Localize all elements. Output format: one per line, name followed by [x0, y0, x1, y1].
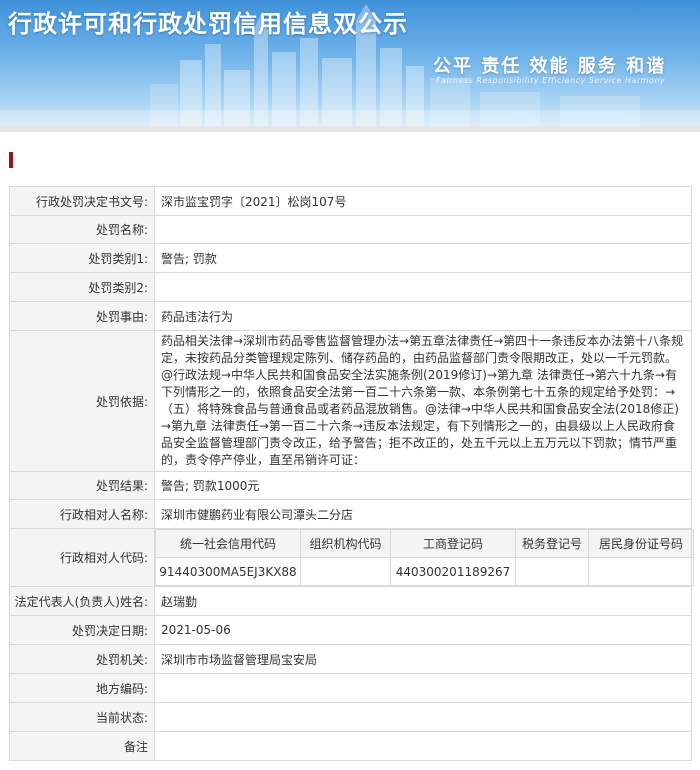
penalty-name-label: 处罚名称: — [9, 215, 155, 244]
row-result: 处罚结果: 警告; 罚款1000元 — [9, 471, 692, 500]
party-name-label: 行政相对人名称: — [9, 499, 155, 529]
category2-label: 处罚类别2: — [9, 272, 155, 302]
penalty-detail-table: 行政处罚决定书文号: 深市监宝罚字〔2021〕松岗107号 处罚名称: 处罚类别… — [9, 186, 694, 761]
header-id-number: 居民身份证号码 — [588, 529, 694, 558]
category2-value — [154, 272, 692, 302]
value-tax-reg — [515, 557, 589, 586]
banner-title: 行政许可和行政处罚信用信息双公示 — [8, 10, 408, 38]
row-status: 当前状态: — [9, 702, 692, 732]
value-credit-code: 91440300MA5EJ3KX88 — [155, 557, 301, 586]
header-banner: 行政许可和行政处罚信用信息双公示 公平 责任 效能 服务 和谐 Fairness… — [0, 0, 700, 126]
party-name-value: 深圳市健鹏药业有限公司潭头二分店 — [154, 499, 692, 529]
party-code-label: 行政相对人代码: — [9, 528, 155, 587]
reason-value: 药品违法行为 — [154, 301, 692, 331]
authority-label: 处罚机关: — [9, 644, 155, 674]
row-reason: 处罚事由: 药品违法行为 — [9, 301, 692, 331]
row-decision-date: 处罚决定日期: 2021-05-06 — [9, 615, 692, 645]
status-value — [154, 702, 692, 732]
party-code-header-row: 统一社会信用代码 组织机构代码 工商登记码 税务登记号 居民身份证号码 — [155, 529, 694, 558]
row-penalty-name: 处罚名称: — [9, 215, 692, 244]
party-code-cell: 统一社会信用代码 组织机构代码 工商登记码 税务登记号 居民身份证号码 9144… — [154, 528, 694, 587]
remark-label: 备注 — [9, 731, 155, 761]
row-category1: 处罚类别1: 警告; 罚款 — [9, 243, 692, 273]
value-business-reg: 440300201189267 — [390, 557, 516, 586]
row-party-name: 行政相对人名称: 深圳市健鹏药业有限公司潭头二分店 — [9, 499, 692, 529]
decision-no-value: 深市监宝罚字〔2021〕松岗107号 — [154, 186, 692, 216]
banner-divider — [0, 126, 700, 132]
result-value: 警告; 罚款1000元 — [154, 471, 692, 500]
value-org-code — [300, 557, 391, 586]
row-decision-no: 行政处罚决定书文号: 深市监宝罚字〔2021〕松岗107号 — [9, 186, 692, 216]
row-legal-rep: 法定代表人(负责人)姓名: 赵瑞勤 — [9, 586, 692, 616]
row-basis: 处罚依据: 药品相关法律→深圳市药品零售监督管理办法→第五章法律责任→第四十一条… — [9, 330, 692, 472]
status-label: 当前状态: — [9, 702, 155, 732]
header-tax-reg: 税务登记号 — [515, 529, 589, 558]
remark-value — [154, 731, 692, 761]
category1-label: 处罚类别1: — [9, 243, 155, 273]
category1-value: 警告; 罚款 — [154, 243, 692, 273]
row-authority: 处罚机关: 深圳市市场监督管理局宝安局 — [9, 644, 692, 674]
party-code-table: 统一社会信用代码 组织机构代码 工商登记码 税务登记号 居民身份证号码 9144… — [155, 529, 694, 586]
legal-rep-value: 赵瑞勤 — [154, 586, 692, 616]
header-org-code: 组织机构代码 — [300, 529, 391, 558]
party-code-value-row: 91440300MA5EJ3KX88 440300201189267 — [155, 557, 694, 586]
penalty-name-value — [154, 215, 692, 244]
legal-rep-label: 法定代表人(负责人)姓名: — [9, 586, 155, 616]
basis-label: 处罚依据: — [9, 330, 155, 472]
banner-slogan: 公平 责任 效能 服务 和谐 — [433, 56, 667, 77]
row-party-code: 行政相对人代码: 统一社会信用代码 组织机构代码 工商登记码 税务登记号 居民身… — [9, 528, 694, 587]
value-id-number — [588, 557, 694, 586]
decision-date-value: 2021-05-06 — [154, 615, 692, 645]
row-remark: 备注 — [9, 731, 692, 761]
local-code-value — [154, 673, 692, 703]
decision-date-label: 处罚决定日期: — [9, 615, 155, 645]
local-code-label: 地方编码: — [9, 673, 155, 703]
section-marker — [9, 152, 13, 168]
authority-value: 深圳市市场监督管理局宝安局 — [154, 644, 692, 674]
header-business-reg: 工商登记码 — [390, 529, 516, 558]
decision-no-label: 行政处罚决定书文号: — [9, 186, 155, 216]
row-local-code: 地方编码: — [9, 673, 692, 703]
result-label: 处罚结果: — [9, 471, 155, 500]
banner-slogan-english: Fairness Responsibility Efficiency Servi… — [436, 76, 666, 85]
basis-value: 药品相关法律→深圳市药品零售监督管理办法→第五章法律责任→第四十一条违反本办法第… — [154, 330, 692, 472]
header-credit-code: 统一社会信用代码 — [155, 529, 301, 558]
row-category2: 处罚类别2: — [9, 272, 692, 302]
reason-label: 处罚事由: — [9, 301, 155, 331]
